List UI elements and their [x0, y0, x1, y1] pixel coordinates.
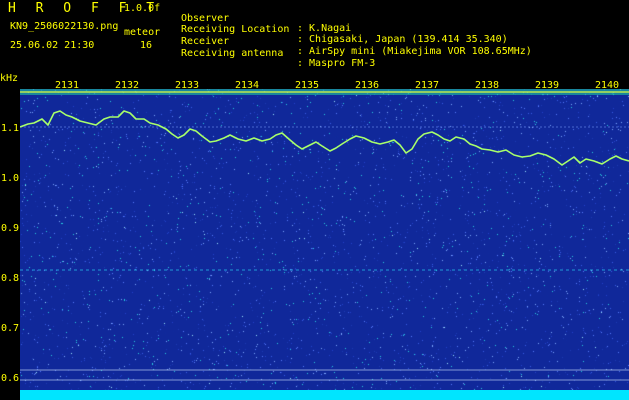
info-row-antenna: Receiving antenna : Maspro FM-3 — [181, 39, 375, 79]
info-key: Receiving antenna — [181, 48, 284, 59]
y-tick-label: 0.7 — [1, 323, 20, 334]
app-version: 1.0.0f — [124, 3, 161, 14]
mode-value: 16 — [140, 40, 153, 51]
doppler-trace — [20, 110, 629, 166]
info-value: : AirSpy mini (Miakejima VOR 108.65MHz) — [297, 46, 532, 57]
y-tick-label: 0.6 — [1, 373, 20, 384]
spectrogram-overlay — [20, 89, 629, 400]
info-value: : Maspro FM-3 — [297, 58, 376, 69]
y-tick-label: 0.9 — [1, 223, 20, 234]
timestamp: 25.06.02 21:30 — [10, 40, 95, 51]
y-axis-unit: kHz — [0, 73, 19, 84]
info-value: : K.Nagai — [297, 23, 352, 34]
y-tick-label: 1.0 — [1, 173, 20, 184]
file-name: KN9_2506022130.png — [10, 21, 119, 32]
bottom-band — [20, 390, 629, 400]
spectrogram — [20, 89, 629, 400]
info-value: : Chigasaki, Japan (139.414 35.340) — [297, 34, 508, 45]
hrofft-window: H R O F F T 1.0.0f KN9_2506022130.png me… — [0, 0, 629, 400]
y-tick-label: 1.1 — [1, 123, 20, 134]
mode-label: meteor — [124, 27, 161, 38]
y-tick-label: 0.8 — [1, 273, 20, 284]
